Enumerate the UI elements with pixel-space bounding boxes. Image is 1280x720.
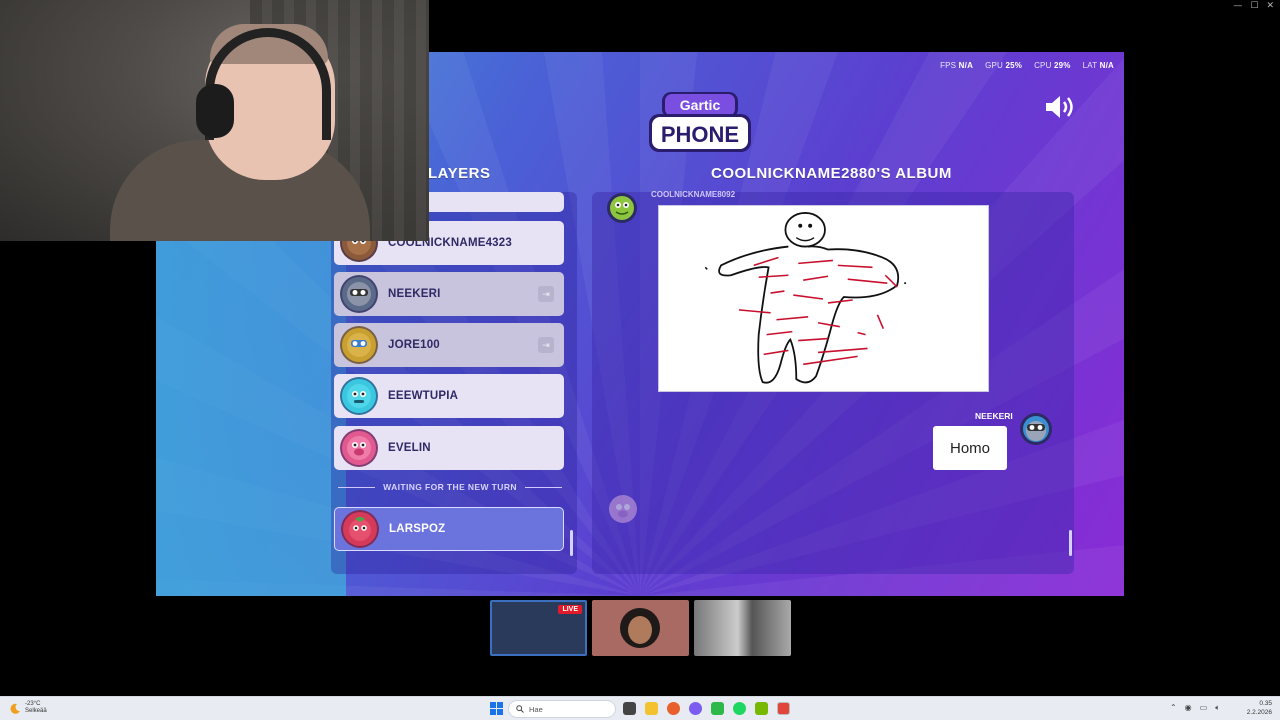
clock[interactable]: 0.35 2.2.2026 [1247, 699, 1272, 717]
player-row[interactable]: JORE100 ⇥ [334, 323, 564, 367]
exit-icon[interactable]: ⇥ [538, 337, 554, 353]
sound-icon[interactable] [1044, 94, 1076, 120]
spotify-icon[interactable] [733, 702, 746, 715]
album-scrollbar[interactable] [1069, 530, 1072, 556]
album-drawing [658, 205, 989, 392]
clock-time: 0.35 [1259, 700, 1272, 707]
chevron-up-icon[interactable]: ⌃ [1170, 703, 1177, 713]
logo-bottom-text: PHONE [661, 122, 739, 147]
system-tray: ⌃ ◉ ▭ 🔈︎ [1170, 703, 1220, 713]
windows-start-icon[interactable] [490, 702, 503, 715]
person-avatar [620, 608, 660, 648]
guess-bubble: Homo [933, 426, 1007, 470]
close-icon[interactable]: ✕ [1266, 0, 1274, 12]
players-scrollbar[interactable] [570, 530, 573, 556]
copilot-icon[interactable] [689, 702, 702, 715]
task-view-icon[interactable] [623, 702, 636, 715]
divider-line [338, 486, 376, 488]
latency-stat: LAT N/A [1082, 61, 1114, 70]
maximize-icon[interactable]: ☐ [1250, 0, 1258, 12]
fps-stat: FPS N/A [940, 61, 974, 70]
drawing-author-name: COOLNICKNAME8092 [651, 190, 736, 199]
weather-desc: Selkeää [25, 708, 47, 714]
logo-top-text: Gartic [680, 97, 721, 113]
minimize-icon[interactable]: — [1233, 0, 1242, 12]
guess-author-name: NEEKERI [975, 411, 1013, 421]
player-avatar-icon [340, 377, 378, 415]
performance-stats: FPS N/A GPU 25% CPU 29% LAT N/A [940, 61, 1114, 70]
window-controls: — ☐ ✕ [1233, 0, 1274, 12]
waiting-player-row[interactable]: LARSPOZ [334, 507, 564, 551]
player-row[interactable]: EEEWTUPIA [334, 374, 564, 418]
player-avatar-icon [340, 326, 378, 364]
search-placeholder: Hae [529, 704, 543, 714]
weather-temp: -23°C [25, 701, 41, 707]
firefox-icon[interactable] [667, 702, 680, 715]
player-row[interactable]: NEEKERI ⇥ [334, 272, 564, 316]
nvidia-icon[interactable] [755, 702, 768, 715]
stream-thumbnail-person[interactable] [592, 600, 689, 656]
moon-icon [10, 703, 20, 714]
app-icon[interactable] [711, 702, 724, 715]
stream-thumbnail-camera[interactable] [694, 600, 791, 656]
webcam-overlay [0, 0, 429, 241]
guess-author-avatar-icon [1020, 413, 1052, 445]
headphone-cup [196, 84, 234, 138]
waiting-label: WAITING FOR THE NEW TURN [383, 482, 517, 492]
player-row[interactable]: EVELIN [334, 426, 564, 470]
exit-icon[interactable]: ⇥ [538, 286, 554, 302]
waiting-divider: WAITING FOR THE NEW TURN [338, 482, 563, 492]
album-heading: COOLNICKNAME2880'S ALBUM [711, 165, 952, 182]
weather-widget[interactable]: -23°C Selkeää [10, 701, 47, 715]
stream-thumbnail-game[interactable]: LIVE [490, 600, 587, 656]
file-explorer-icon[interactable] [645, 702, 658, 715]
player-avatar-icon [340, 429, 378, 467]
live-badge: LIVE [558, 605, 582, 614]
search-icon [516, 705, 524, 713]
players-heading: LAYERS [428, 165, 491, 182]
player-name: EVELIN [388, 442, 431, 454]
player-name: JORE100 [388, 339, 440, 351]
gpu-stat: GPU 25% [985, 61, 1023, 70]
steam-icon[interactable] [777, 702, 790, 715]
network-icon[interactable]: ▭ [1200, 703, 1208, 713]
taskbar-search[interactable]: Hae [508, 700, 616, 718]
divider-line [524, 486, 563, 488]
player-name: LARSPOZ [389, 523, 446, 535]
next-player-avatar-icon [609, 495, 637, 523]
player-avatar-icon [340, 275, 378, 313]
player-name: EEEWTUPIA [388, 390, 459, 402]
clock-date: 2.2.2026 [1246, 709, 1272, 716]
author-avatar-icon [607, 193, 637, 223]
cpu-stat: CPU 29% [1034, 61, 1071, 70]
player-avatar-icon [341, 510, 379, 548]
taskbar: -23°C Selkeää Hae ⌃ ◉ ▭ 🔈︎ 0.35 2.2.2026 [0, 696, 1280, 720]
screen: — ☐ ✕ FPS N/A GPU 25% CPU 29% LAT N/A Ga… [0, 0, 1280, 720]
gartic-phone-logo: Gartic PHONE [649, 92, 751, 152]
player-name: NEEKERI [388, 288, 441, 300]
volume-icon[interactable]: 🔈︎ [1215, 703, 1220, 713]
tray-app-icon[interactable]: ◉ [1185, 703, 1192, 713]
